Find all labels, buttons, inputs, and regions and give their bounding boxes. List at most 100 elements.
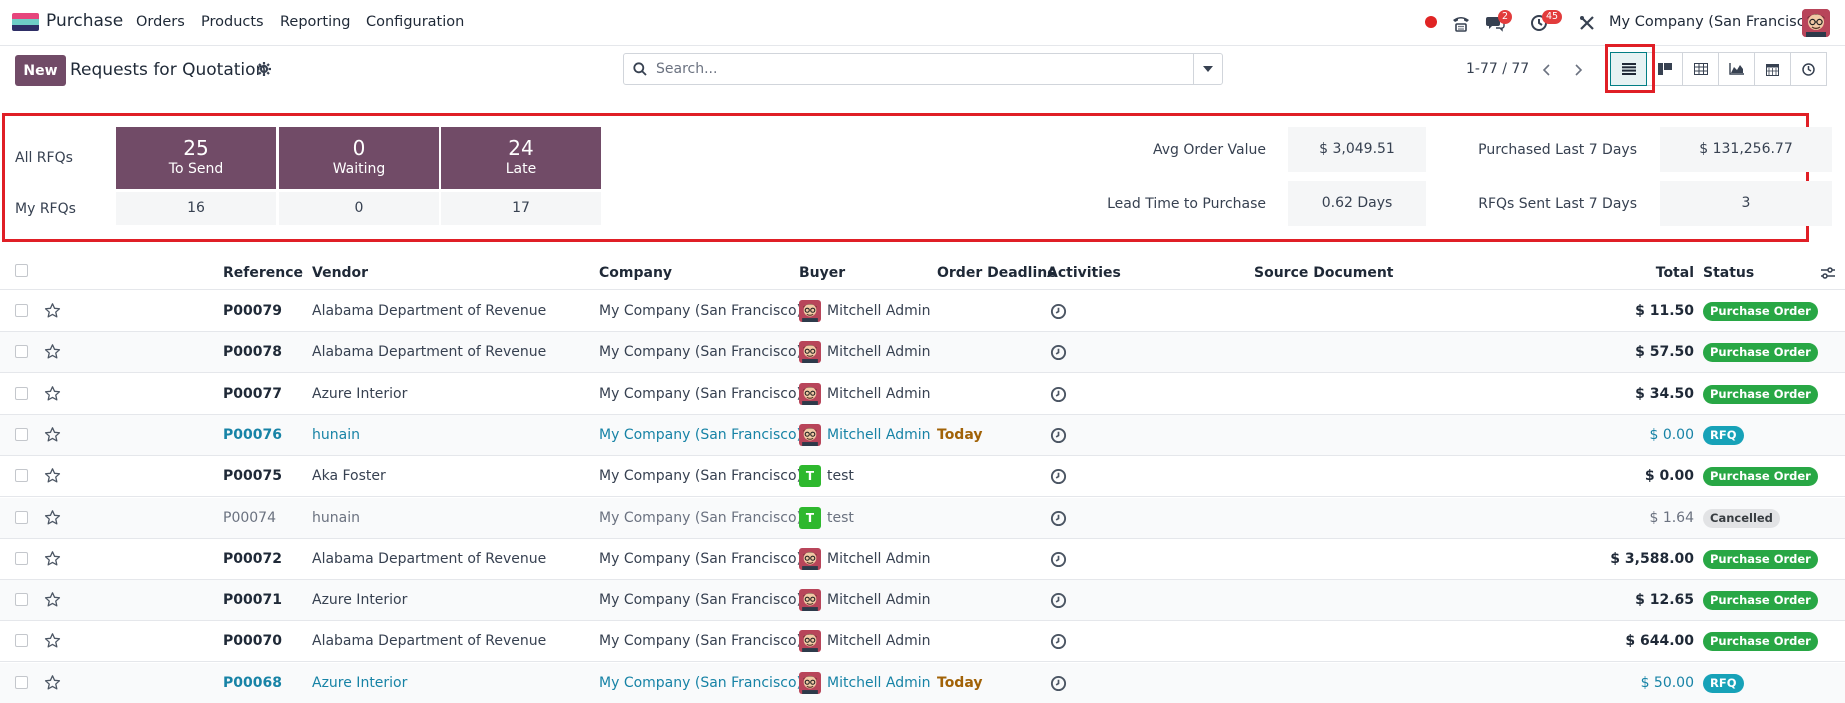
row-checkbox[interactable] [15, 345, 28, 359]
header-activities[interactable]: Activities [1047, 265, 1121, 281]
new-button[interactable]: New [15, 55, 66, 86]
optional-columns-icon[interactable] [1820, 265, 1836, 281]
row-checkbox[interactable] [15, 510, 28, 524]
table-row[interactable]: P00077 Azure Interior My Company (San Fran… [0, 374, 1845, 415]
debug-tools-icon[interactable] [1576, 12, 1598, 34]
pivot-view-button[interactable] [1682, 52, 1719, 86]
status-badge: Purchase Order [1703, 549, 1818, 569]
table-row[interactable]: P00071 Azure Interior My Company (San Fran… [0, 580, 1845, 622]
activity-clock-icon[interactable] [1050, 344, 1067, 361]
kpi-purchased-7d-label: Purchased Last 7 Days [1478, 142, 1637, 158]
tile-to-send-value: 25 [183, 136, 209, 160]
activity-clock-icon[interactable] [1050, 468, 1067, 485]
menu-configuration[interactable]: Configuration [366, 14, 464, 30]
header-buyer[interactable]: Buyer [799, 265, 845, 281]
row-checkbox[interactable] [15, 386, 28, 400]
calendar-view-button[interactable] [1754, 52, 1791, 86]
status-badge: RFQ [1703, 673, 1744, 693]
table-row[interactable]: P00079 Alabama Department of Revenue My Co… [0, 291, 1845, 332]
pager-previous-button[interactable] [1532, 56, 1560, 84]
star-icon[interactable] [44, 343, 61, 360]
star-icon[interactable] [44, 632, 61, 649]
activity-clock-icon[interactable] [1050, 427, 1067, 444]
header-total[interactable]: Total [1656, 265, 1694, 281]
row-reference: P00070 [223, 633, 282, 650]
star-icon[interactable] [44, 426, 61, 443]
purchase-app-icon[interactable] [12, 13, 39, 31]
menu-reporting[interactable]: Reporting [280, 14, 351, 30]
header-status[interactable]: Status [1703, 265, 1754, 281]
star-icon[interactable] [44, 509, 61, 526]
my-waiting[interactable]: 0 [279, 192, 439, 225]
header-reference[interactable]: Reference [223, 265, 303, 281]
table-row[interactable]: P00070 Alabama Department of Revenue My Co… [0, 621, 1845, 663]
row-checkbox[interactable] [15, 304, 28, 317]
table-row[interactable]: P00068 Azure Interior My Company (San Fran… [0, 662, 1845, 703]
header-vendor[interactable]: Vendor [312, 265, 368, 281]
kpi-lead-time-value: 0.62 Days [1288, 181, 1426, 226]
row-checkbox[interactable] [15, 427, 28, 441]
select-all-checkbox[interactable] [15, 264, 28, 277]
table-row[interactable]: P00078 Alabama Department of Revenue My Co… [0, 332, 1845, 374]
row-checkbox[interactable] [15, 551, 28, 565]
row-reference: P00075 [223, 468, 282, 485]
row-checkbox[interactable] [15, 634, 28, 648]
table-row[interactable]: P00075 Aka Foster My Company (San Francisc… [0, 456, 1845, 498]
kpi-rfqs-sent-label: RFQs Sent Last 7 Days [1478, 196, 1637, 212]
messages-badge: 2 [1498, 10, 1513, 24]
tile-to-send-label: To Send [168, 161, 224, 177]
my-late[interactable]: 17 [441, 192, 601, 225]
activity-clock-icon[interactable] [1050, 386, 1067, 403]
tile-waiting[interactable]: 0 Waiting [279, 127, 439, 189]
row-vendor: Azure Interior [312, 592, 408, 609]
company-switcher[interactable]: My Company (San Francisco) [1609, 14, 1819, 30]
my-to-send[interactable]: 16 [116, 192, 276, 225]
buyer-avatar [799, 671, 821, 694]
row-checkbox[interactable] [15, 469, 28, 483]
pager-next-button[interactable] [1565, 56, 1593, 84]
row-checkbox[interactable] [15, 675, 28, 689]
menu-products[interactable]: Products [201, 14, 264, 30]
table-row[interactable]: P00076 hunain My Company (San Francisco) Mi… [0, 414, 1845, 456]
row-buyer: Mitchell Admin [827, 385, 931, 402]
header-order-deadline[interactable]: Order Deadline [937, 265, 1057, 281]
row-order-deadline: Today [937, 426, 983, 443]
activity-clock-icon[interactable] [1050, 551, 1067, 568]
header-source-document[interactable]: Source Document [1254, 265, 1394, 281]
kpi-avg-order-value: $ 3,049.51 [1288, 127, 1426, 172]
table-row[interactable]: P00074 hunain My Company (San Francisco) Tt… [0, 497, 1845, 539]
activity-clock-icon[interactable] [1050, 303, 1067, 320]
row-vendor: Aka Foster [312, 468, 386, 485]
recording-indicator-icon[interactable] [1425, 16, 1437, 28]
phone-icon[interactable] [1450, 12, 1472, 34]
star-icon[interactable] [44, 302, 61, 319]
pager-value[interactable]: 1-77 / 77 [1466, 61, 1529, 77]
tile-late[interactable]: 24 Late [441, 127, 601, 189]
list-view-button[interactable] [1610, 52, 1647, 86]
kanban-icon [1657, 63, 1672, 75]
star-icon[interactable] [44, 674, 61, 691]
row-company: My Company (San Francisco) [599, 633, 802, 650]
activity-clock-icon[interactable] [1050, 592, 1067, 609]
activity-clock-icon[interactable] [1050, 510, 1067, 527]
search-input[interactable] [624, 54, 1184, 84]
table-row[interactable]: P00072 Alabama Department of Revenue My Co… [0, 539, 1845, 580]
header-company[interactable]: Company [599, 265, 672, 281]
star-icon[interactable] [44, 467, 61, 484]
menu-orders[interactable]: Orders [136, 14, 185, 30]
row-buyer: test [827, 509, 854, 526]
row-checkbox[interactable] [15, 593, 28, 607]
graph-view-button[interactable] [1718, 52, 1755, 86]
activity-clock-icon[interactable] [1050, 633, 1067, 650]
activity-view-button[interactable] [1790, 52, 1827, 86]
activity-clock-icon[interactable] [1050, 675, 1067, 692]
row-reference: P00078 [223, 344, 282, 361]
user-avatar[interactable] [1802, 9, 1830, 37]
app-name[interactable]: Purchase [46, 11, 123, 31]
star-icon[interactable] [44, 550, 61, 567]
star-icon[interactable] [44, 385, 61, 402]
star-icon[interactable] [44, 591, 61, 608]
tile-to-send[interactable]: 25 To Send [116, 127, 276, 189]
gear-icon[interactable] [257, 62, 271, 76]
search-options-toggle[interactable] [1193, 54, 1222, 84]
